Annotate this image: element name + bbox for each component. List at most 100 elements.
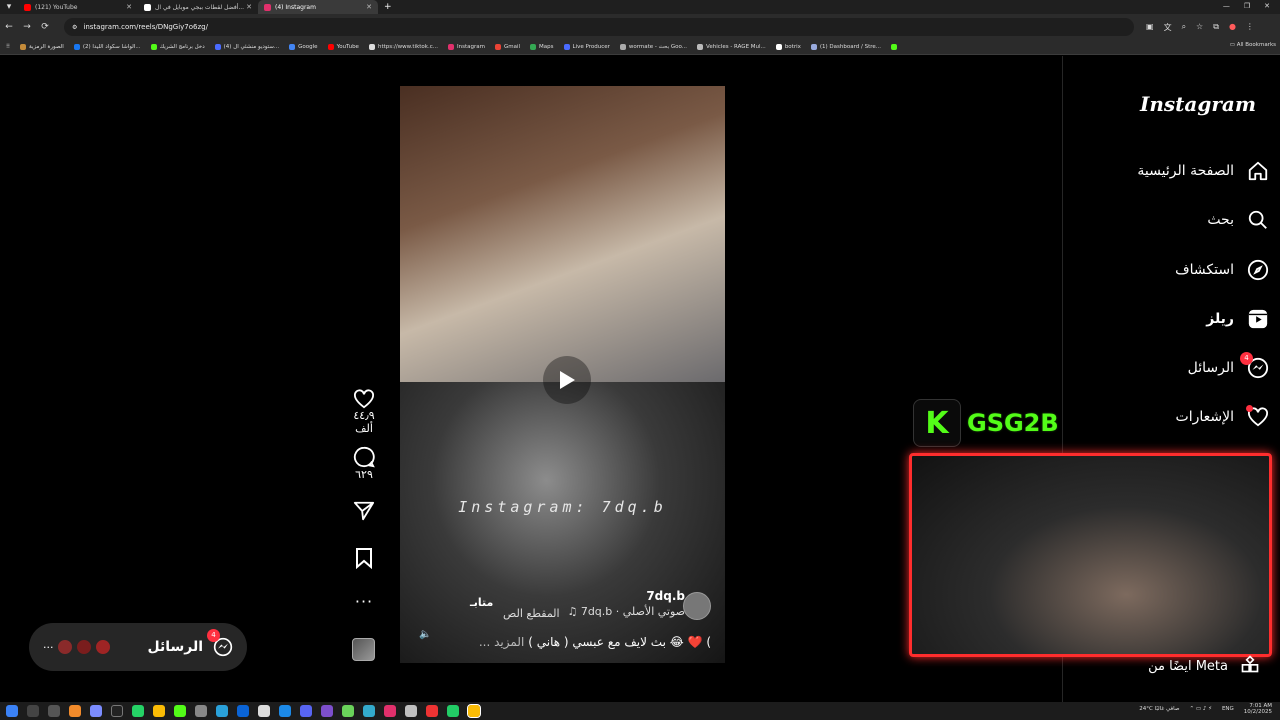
zoom-icon[interactable]: ⌕ — [1182, 22, 1186, 33]
app-icon[interactable] — [195, 705, 207, 717]
audio-label[interactable]: ♫ 7dq.b · صوتي الأصلي — [567, 605, 685, 618]
close-tab-icon[interactable]: ✕ — [126, 3, 132, 11]
comment-action[interactable]: ٦٢٩ — [343, 446, 385, 481]
apps-icon[interactable]: ⠿ — [6, 44, 10, 50]
bookmark-item[interactable]: wormate - بحث Goo... — [619, 44, 687, 50]
like-count: ٤٤٫٩ ألف — [353, 409, 375, 435]
author-username[interactable]: 7dq.b — [646, 589, 685, 603]
reload-icon[interactable]: ⟳ — [36, 22, 54, 32]
bookmark-item[interactable] — [891, 44, 898, 50]
bookmark-item[interactable]: الصورة الرمزية — [20, 44, 64, 50]
save-action[interactable] — [343, 547, 385, 569]
task-view-icon[interactable] — [48, 705, 60, 717]
instagram-favicon-icon — [264, 3, 271, 11]
tab-search-icon[interactable]: ▾ — [0, 2, 18, 12]
tab-youtube[interactable]: (121) YouTube ✕ — [18, 0, 138, 14]
back-icon[interactable]: ← — [0, 22, 18, 32]
share-action[interactable] — [343, 500, 385, 522]
new-tab-button[interactable]: + — [384, 2, 392, 12]
app-icon[interactable] — [69, 705, 81, 717]
sidebar-item-also-from-meta[interactable]: ايضًا من Meta — [1148, 654, 1260, 678]
weather-text[interactable]: 24°C صافي غالبًا — [1139, 706, 1179, 712]
audio-thumbnail[interactable] — [352, 638, 375, 661]
sidebar-item-explore[interactable]: استكشاف — [1080, 255, 1270, 285]
profile-icon[interactable]: ● — [1229, 22, 1236, 33]
like-action[interactable]: ٤٤٫٩ ألف — [343, 389, 385, 435]
bookmark-item[interactable]: (4) ستوديو منشئي ال... — [214, 44, 279, 50]
url-field[interactable]: ⚙ instagram.com/reels/DNgGiy7o6zg/ — [64, 18, 1134, 36]
sidebar-item-reels[interactable]: ريلز — [1080, 304, 1270, 334]
app-icon[interactable] — [237, 705, 249, 717]
follow-button[interactable]: متابـ — [470, 596, 493, 609]
app-icon[interactable] — [321, 705, 333, 717]
app-icon[interactable] — [447, 705, 459, 717]
instagram-logo[interactable]: Instagram — [1140, 92, 1256, 116]
cast-icon[interactable]: ▣ — [1146, 22, 1154, 33]
app-icon[interactable] — [258, 705, 270, 717]
messenger-icon: 4 — [1240, 352, 1270, 380]
bookmark-star-icon[interactable]: ☆ — [1196, 22, 1203, 33]
messages-pill[interactable]: ··· الرسائل 4 — [29, 623, 247, 671]
bookmark-item[interactable]: https://www.tiktok.c... — [368, 44, 438, 50]
translate-icon[interactable]: 文 — [1164, 22, 1172, 33]
sidebar-item-home[interactable]: الصفحة الرئيسية — [1080, 156, 1270, 186]
sidebar-item-messages[interactable]: الرسائل 4 — [1080, 352, 1270, 383]
start-icon[interactable] — [6, 705, 18, 717]
bookmark-item[interactable]: دخل برنامج الشريك — [150, 44, 205, 50]
bookmark-item[interactable]: Instagram — [448, 44, 485, 50]
more-dots-icon[interactable]: ··· — [43, 641, 54, 654]
reel-video[interactable]: Instagram: 7dq.b 7dq.b ♫ 7dq.b · صوتي ال… — [400, 86, 725, 663]
tab-tiktok[interactable]: أفضل لقطات ببجي موبايل في ال... ✕ — [138, 0, 258, 14]
forward-icon[interactable]: → — [18, 22, 36, 32]
bookmark-item[interactable]: Google — [289, 44, 318, 50]
tray-icons[interactable]: ⌃ ▭ ♪ ⚡ — [1190, 706, 1212, 712]
close-window-icon[interactable]: ✕ — [1264, 2, 1270, 10]
system-tray: 24°C صافي غالبًا ⌃ ▭ ♪ ⚡ ENG 7:01 AM 10/… — [1139, 703, 1272, 715]
chrome-icon[interactable] — [153, 705, 165, 717]
menu-icon[interactable]: ⋮ — [1246, 22, 1254, 33]
author-avatar[interactable] — [683, 592, 711, 620]
app-icon[interactable] — [279, 705, 291, 717]
bookmark-item[interactable]: Live Producer — [563, 44, 610, 50]
volume-icon[interactable]: 🔈 — [419, 629, 431, 640]
bookmark-item[interactable]: (2) الواشا سكواد الليدا... — [73, 44, 141, 50]
bookmark-item[interactable]: Vehicles - RAGE Mul... — [697, 44, 766, 50]
app-icon[interactable] — [342, 705, 354, 717]
close-tab-icon[interactable]: ✕ — [366, 3, 372, 11]
sidebar-item-search[interactable]: بحث — [1080, 205, 1270, 235]
messages-badge: 4 — [1240, 352, 1253, 365]
whatsapp-icon[interactable] — [132, 705, 144, 717]
bookmark-item[interactable]: Gmail — [494, 44, 520, 50]
app-icon[interactable] — [405, 705, 417, 717]
language-indicator[interactable]: ENG — [1222, 706, 1234, 712]
chrome-active-icon[interactable] — [467, 704, 481, 718]
app-icon[interactable] — [111, 705, 123, 717]
sidebar-item-notifications[interactable]: الإشعارات — [1080, 402, 1270, 432]
bookmark-item[interactable]: YouTube — [327, 44, 359, 50]
more-options-icon[interactable]: ··· — [343, 592, 385, 611]
extensions-icon[interactable]: ⧉ — [1213, 22, 1219, 33]
telegram-icon[interactable] — [216, 705, 228, 717]
webcam-overlay — [909, 453, 1272, 657]
play-button[interactable] — [543, 356, 591, 404]
site-info-icon[interactable]: ⚙ — [72, 24, 77, 31]
caption-more-link[interactable]: ... المزيد — [479, 635, 524, 649]
maximize-icon[interactable]: ❐ — [1244, 2, 1250, 10]
minimize-icon[interactable]: — — [1223, 2, 1230, 10]
sidebar-item-label: استكشاف — [1175, 262, 1234, 278]
clock[interactable]: 7:01 AM 10/2/2025 — [1244, 703, 1272, 715]
search-icon[interactable] — [27, 705, 39, 717]
discord-icon[interactable] — [300, 705, 312, 717]
app-icon[interactable] — [426, 705, 438, 717]
bookmark-item[interactable]: (1) Dashboard / Stre... — [810, 44, 881, 50]
close-tab-icon[interactable]: ✕ — [246, 3, 252, 11]
bookmark-item[interactable]: botrix — [775, 44, 801, 50]
tab-instagram[interactable]: (4) Instagram ✕ — [258, 0, 378, 14]
all-bookmarks-button[interactable]: ▭ All Bookmarks — [1230, 42, 1276, 48]
bookmark-item[interactable]: Maps — [530, 44, 554, 50]
kick-icon[interactable] — [174, 705, 186, 717]
app-icon[interactable] — [384, 705, 396, 717]
kick-channel-name: GSG2B — [967, 409, 1059, 437]
app-icon[interactable] — [90, 705, 102, 717]
app-icon[interactable] — [363, 705, 375, 717]
